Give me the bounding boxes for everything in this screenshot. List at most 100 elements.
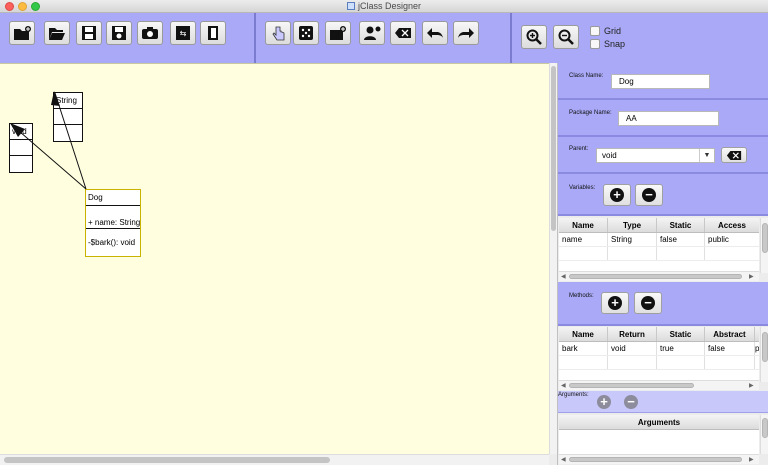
- methods-vertical-scrollbar[interactable]: [760, 327, 768, 382]
- canvas-vertical-scrollbar[interactable]: [549, 63, 557, 454]
- scroll-left-icon[interactable]: ◀: [561, 456, 566, 463]
- methods-table[interactable]: Name Return Static Abstract bark void tr…: [559, 327, 759, 382]
- parent-select[interactable]: void: [596, 148, 715, 163]
- table-header: Arguments: [559, 415, 759, 430]
- canvas-horizontal-scrollbar[interactable]: [0, 454, 549, 465]
- arguments-horizontal-scrollbar[interactable]: ◀ ▶: [559, 454, 759, 464]
- diagram-canvas[interactable]: void String Dog + name: String -$bark():…: [0, 63, 549, 454]
- add-class-button[interactable]: [325, 21, 351, 45]
- svg-text:⇆: ⇆: [180, 29, 187, 38]
- column-header[interactable]: [755, 327, 759, 341]
- add-variable-button[interactable]: +: [603, 184, 631, 206]
- arguments-label: Arguments:: [558, 392, 589, 398]
- window-title: jClass Designer: [357, 1, 422, 11]
- column-header[interactable]: Name: [559, 327, 608, 341]
- package-name-section: Package Name: AA: [558, 100, 768, 137]
- add-user-icon: [364, 26, 381, 40]
- view-toolbar-group: Grid Snap: [512, 13, 768, 63]
- remove-argument-button[interactable]: −: [621, 393, 641, 411]
- table-row[interactable]: name String false public: [559, 233, 759, 247]
- exit-icon: [208, 26, 218, 40]
- scroll-right-icon[interactable]: ▶: [749, 382, 754, 389]
- scroll-thumb[interactable]: [762, 418, 768, 438]
- table-row[interactable]: bark void true false p: [559, 342, 759, 356]
- zoom-in-button[interactable]: [521, 25, 547, 49]
- scroll-thumb[interactable]: [569, 274, 742, 279]
- screenshot-button[interactable]: [137, 21, 163, 45]
- chevron-down-icon[interactable]: ▼: [699, 149, 714, 162]
- methods-horizontal-scrollbar[interactable]: ◀ ▶: [559, 380, 759, 390]
- zoom-out-button[interactable]: [553, 25, 579, 49]
- column-header[interactable]: Return: [608, 327, 657, 341]
- parent-section: Parent: void ▼: [558, 137, 768, 174]
- column-header[interactable]: Name: [559, 218, 608, 232]
- table-cell: void: [608, 342, 657, 355]
- redo-button[interactable]: [453, 21, 479, 45]
- grid-checkbox[interactable]: [590, 26, 600, 36]
- class-box-void[interactable]: void: [9, 123, 33, 173]
- random-layout-button[interactable]: [293, 21, 319, 45]
- save-button[interactable]: [76, 21, 102, 45]
- class-box-title: void: [10, 124, 32, 140]
- package-name-field[interactable]: AA: [618, 111, 719, 126]
- column-header[interactable]: Abstract: [705, 327, 755, 341]
- class-box-methods: [10, 156, 32, 172]
- column-header[interactable]: Static: [657, 327, 705, 341]
- close-window-button[interactable]: [5, 2, 14, 11]
- exit-button[interactable]: [200, 21, 226, 45]
- variables-horizontal-scrollbar[interactable]: ◀ ▶: [559, 271, 759, 281]
- table-row[interactable]: [559, 247, 759, 261]
- minus-circle-icon: −: [641, 296, 655, 310]
- scroll-thumb[interactable]: [569, 383, 694, 388]
- scroll-left-icon[interactable]: ◀: [561, 273, 566, 280]
- camera-icon: [142, 27, 158, 39]
- save-as-button[interactable]: [106, 21, 132, 45]
- scroll-thumb[interactable]: [551, 66, 556, 231]
- remove-method-button[interactable]: −: [634, 292, 662, 314]
- column-header[interactable]: Static: [657, 218, 705, 232]
- arguments-table[interactable]: Arguments: [559, 415, 759, 454]
- scroll-right-icon[interactable]: ▶: [749, 273, 754, 280]
- scroll-thumb[interactable]: [4, 457, 330, 463]
- snap-checkbox[interactable]: [590, 39, 600, 49]
- class-name-field[interactable]: Dog: [611, 74, 710, 89]
- remove-parent-button[interactable]: [721, 147, 747, 163]
- column-header[interactable]: Arguments: [559, 415, 759, 429]
- open-project-button[interactable]: [44, 21, 70, 45]
- scroll-thumb[interactable]: [569, 457, 742, 462]
- new-project-button[interactable]: [9, 21, 35, 45]
- zoom-in-icon: [526, 29, 542, 45]
- export-button[interactable]: ⇆: [170, 21, 196, 45]
- delete-button[interactable]: [390, 21, 416, 45]
- class-name-section: Class Name: Dog: [558, 63, 768, 100]
- table-cell: false: [657, 233, 705, 246]
- plus-circle-icon: +: [608, 296, 622, 310]
- variables-table[interactable]: Name Type Static Access name String fals…: [559, 218, 759, 273]
- column-header[interactable]: Access: [705, 218, 759, 232]
- arguments-vertical-scrollbar[interactable]: [760, 415, 768, 454]
- select-tool-button[interactable]: [265, 21, 291, 45]
- zoom-window-button[interactable]: [31, 2, 40, 11]
- table-row[interactable]: [559, 356, 759, 370]
- minimize-window-button[interactable]: [18, 2, 27, 11]
- file-toolbar-group: ⇆: [0, 13, 256, 63]
- add-user-button[interactable]: [359, 21, 385, 45]
- variables-vertical-scrollbar[interactable]: [760, 218, 768, 273]
- scroll-right-icon[interactable]: ▶: [749, 456, 754, 463]
- class-box-spacer: [86, 206, 140, 216]
- plus-circle-icon: +: [610, 188, 624, 202]
- methods-section: Methods: + −: [558, 282, 768, 326]
- class-box-dog[interactable]: Dog + name: String -$bark(): void: [85, 189, 141, 257]
- undo-button[interactable]: [422, 21, 448, 45]
- class-box-string[interactable]: String: [53, 92, 83, 142]
- arguments-section: Arguments: + −: [558, 391, 768, 413]
- remove-variable-button[interactable]: −: [635, 184, 663, 206]
- add-method-button[interactable]: +: [601, 292, 629, 314]
- snap-label: Snap: [604, 39, 626, 49]
- scroll-left-icon[interactable]: ◀: [561, 382, 566, 389]
- scroll-thumb[interactable]: [762, 223, 768, 253]
- column-header[interactable]: Type: [608, 218, 657, 232]
- add-argument-button[interactable]: +: [594, 393, 614, 411]
- table-cell: false: [705, 342, 755, 355]
- scroll-thumb[interactable]: [762, 332, 768, 362]
